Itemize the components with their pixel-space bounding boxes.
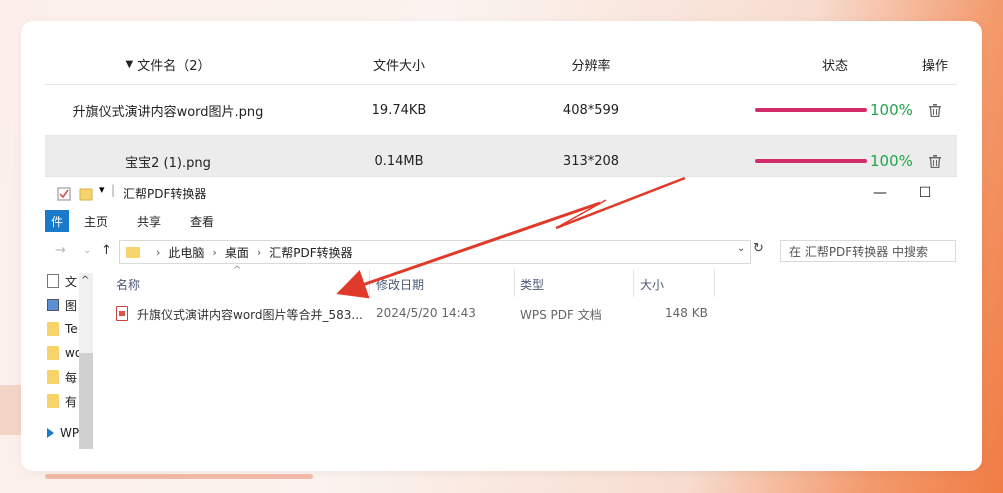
scrollbar-thumb[interactable] (79, 353, 93, 449)
address-bar[interactable]: › 此电脑 › 桌面 › 汇帮PDF转换器 (119, 240, 751, 264)
progress-value: 100% (870, 101, 913, 119)
title-bar: ▾ | 汇帮PDF转换器 — ☐ (45, 177, 957, 209)
picture-icon (47, 299, 59, 311)
file-explorer-window: ▾ | 汇帮PDF转换器 — ☐ 件 主页 共享 查看 → ⌄ ↑ › 此电脑 … (45, 176, 957, 449)
progress-value: 100% (870, 152, 913, 170)
delete-button[interactable] (913, 85, 957, 135)
nav-item[interactable]: WP (47, 423, 79, 443)
scroll-up-icon[interactable]: ^ (81, 275, 89, 286)
maximize-button[interactable]: ☐ (915, 183, 935, 203)
nav-item[interactable]: 文 (47, 271, 77, 291)
progress-bar (755, 108, 867, 112)
file-type: WPS PDF 文档 (520, 308, 602, 322)
file-size: 148 KB (665, 306, 708, 320)
properties-icon[interactable] (57, 186, 71, 205)
quick-access-dropdown-icon[interactable]: ▾ (99, 183, 105, 196)
file-list-item[interactable]: 升旗仪式演讲内容word图片等合并_583... 2024/5/20 14:43… (111, 303, 811, 325)
column-header-action: 操作 (921, 58, 948, 74)
folder-icon (47, 346, 59, 360)
search-input[interactable]: 在 汇帮PDF转换器 中搜索 (780, 240, 956, 262)
breadcrumb-folder[interactable]: 汇帮PDF转换器 (269, 244, 352, 261)
folder-icon (47, 322, 59, 336)
folder-icon (47, 394, 59, 408)
trash-icon (929, 154, 941, 168)
nav-item[interactable]: 图 (47, 295, 77, 315)
column-divider[interactable] (514, 269, 515, 297)
file-name: 升旗仪式演讲内容word图片等合并_583... (137, 308, 363, 322)
progress-bar (755, 159, 867, 163)
sort-down-icon: ▼ (125, 58, 134, 70)
nav-scrollbar[interactable]: ^ (79, 273, 93, 449)
new-folder-icon[interactable] (79, 186, 93, 205)
back-icon[interactable]: → (55, 243, 66, 258)
up-icon[interactable]: ↑ (101, 243, 112, 258)
window-title: 汇帮PDF转换器 (123, 187, 207, 201)
conversion-table: ▼ 文件名（2） 文件大小 分辨率 状态 操作 升旗仪式演讲内容word图片.p… (45, 44, 957, 187)
nav-item[interactable]: 有 (47, 391, 77, 411)
chevron-right-icon: › (156, 245, 161, 259)
sort-up-icon: ^ (233, 265, 242, 276)
column-divider[interactable] (369, 269, 370, 297)
file-name: 升旗仪式演讲内容word图片.png (72, 104, 264, 120)
table-row[interactable]: 升旗仪式演讲内容word图片.png 19.74KB 408*599 100% (45, 85, 957, 136)
file-resolution: 408*599 (562, 102, 620, 118)
tab-home[interactable]: 主页 (84, 213, 108, 230)
tab-share[interactable]: 共享 (137, 213, 161, 230)
nav-item[interactable]: Te (47, 319, 78, 339)
status-cell: 100% (725, 85, 945, 135)
column-header-resolution: 分辨率 (571, 58, 611, 74)
chevron-right-icon: › (256, 245, 262, 259)
divider: | (111, 183, 116, 197)
column-header-type[interactable]: 类型 (520, 276, 544, 293)
column-header-name[interactable]: 名称 (116, 276, 140, 293)
address-row: → ⌄ ↑ › 此电脑 › 桌面 › 汇帮PDF转换器 ⌄ ↻ 在 汇帮PDF转… (45, 239, 957, 265)
column-header-modified[interactable]: 修改日期 (376, 276, 424, 293)
column-header-size[interactable]: 大小 (640, 276, 664, 293)
breadcrumb-this-pc[interactable]: 此电脑 (168, 244, 204, 261)
column-divider[interactable] (633, 269, 634, 297)
nav-item[interactable]: 每 (47, 367, 77, 387)
chevron-right-icon: › (212, 245, 217, 259)
ribbon: 件 主页 共享 查看 (45, 210, 957, 232)
folder-icon (126, 246, 140, 258)
refresh-icon[interactable]: ↻ (753, 241, 764, 256)
tab-file[interactable]: 件 (45, 210, 69, 232)
minimize-button[interactable]: — (870, 183, 890, 203)
folder-icon (47, 370, 59, 384)
scroll-indicator (45, 474, 313, 479)
document-icon (47, 274, 59, 288)
column-divider[interactable] (714, 269, 715, 297)
table-header: ▼ 文件名（2） 文件大小 分辨率 状态 操作 (45, 44, 957, 85)
column-headers: ^ 名称 修改日期 类型 大小 (111, 265, 811, 297)
pdf-file-icon (116, 306, 128, 321)
file-modified: 2024/5/20 14:43 (376, 306, 476, 320)
breadcrumb-desktop[interactable]: 桌面 (225, 244, 249, 261)
trash-icon (929, 103, 941, 117)
column-header-status: 状态 (821, 58, 848, 74)
column-header-name[interactable]: ▼ 文件名（2） (45, 44, 291, 84)
recent-dropdown-icon[interactable]: ⌄ (83, 245, 91, 256)
nav-item[interactable]: wo (47, 343, 82, 363)
column-header-size: 文件大小 (372, 58, 425, 74)
wps-icon (47, 428, 54, 438)
address-dropdown-icon[interactable]: ⌄ (737, 243, 745, 254)
file-size: 19.74KB (371, 102, 427, 118)
tab-view[interactable]: 查看 (190, 213, 214, 230)
